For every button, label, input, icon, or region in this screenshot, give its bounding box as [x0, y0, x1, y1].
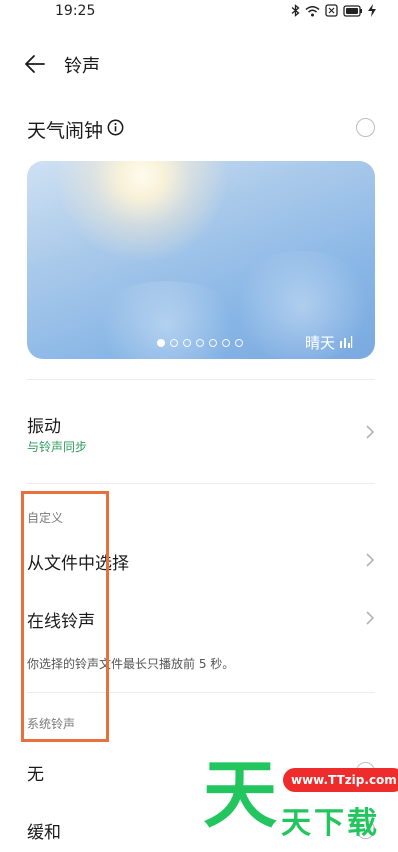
status-time: 19:25: [55, 3, 96, 19]
chevron-right-icon: [366, 553, 375, 567]
carousel-dot[interactable]: [222, 339, 230, 347]
weather-preview-card[interactable]: 晴天: [27, 161, 375, 359]
status-icons: [291, 4, 376, 17]
carousel-dot[interactable]: [157, 339, 165, 347]
highlight-annotation-box: [21, 491, 109, 742]
watermark-url: www.TTzip.com: [283, 768, 398, 792]
status-bar: 19:25: [0, 0, 398, 24]
ringtone-none-label: 无: [27, 765, 44, 785]
carousel-dot[interactable]: [183, 339, 191, 347]
signal-bars-icon: [340, 336, 353, 348]
carousel-dot[interactable]: [209, 339, 217, 347]
vibration-subtitle: 与铃声同步: [27, 440, 88, 454]
sun-glow: [57, 161, 227, 261]
carousel-dot[interactable]: [170, 339, 178, 347]
sim-icon: [325, 4, 338, 17]
ringtone-gentle-label: 缓和: [27, 823, 61, 843]
arrow-left-icon: [25, 55, 45, 73]
watermark-text: 天下载: [281, 806, 380, 841]
battery-icon: [343, 4, 362, 17]
cloud-shape: [87, 281, 247, 359]
carousel-dot[interactable]: [235, 339, 243, 347]
weather-alarm-row[interactable]: 天气闹钟: [0, 108, 398, 148]
chevron-right-icon: [366, 611, 375, 625]
app-header: 铃声: [0, 44, 398, 84]
wifi-icon: [305, 5, 320, 16]
back-button[interactable]: [20, 51, 50, 77]
vibration-title: 振动: [27, 417, 61, 437]
divider: [27, 379, 375, 380]
carousel-dots: [157, 339, 243, 347]
weather-alarm-label: 天气闹钟: [27, 120, 104, 142]
info-icon[interactable]: [107, 119, 124, 136]
vibration-row[interactable]: 振动 与铃声同步: [0, 400, 398, 470]
page-title: 铃声: [64, 56, 100, 77]
watermark-big-char: 天: [203, 752, 277, 838]
chevron-right-icon: [366, 425, 375, 439]
site-watermark: 天 www.TTzip.com 天下载: [203, 752, 398, 844]
carousel-dot[interactable]: [196, 339, 204, 347]
weather-condition: 晴天: [304, 334, 335, 352]
divider: [27, 483, 375, 484]
weather-alarm-radio[interactable]: [356, 118, 375, 137]
bluetooth-icon: [291, 4, 300, 17]
charging-icon: [368, 4, 376, 17]
